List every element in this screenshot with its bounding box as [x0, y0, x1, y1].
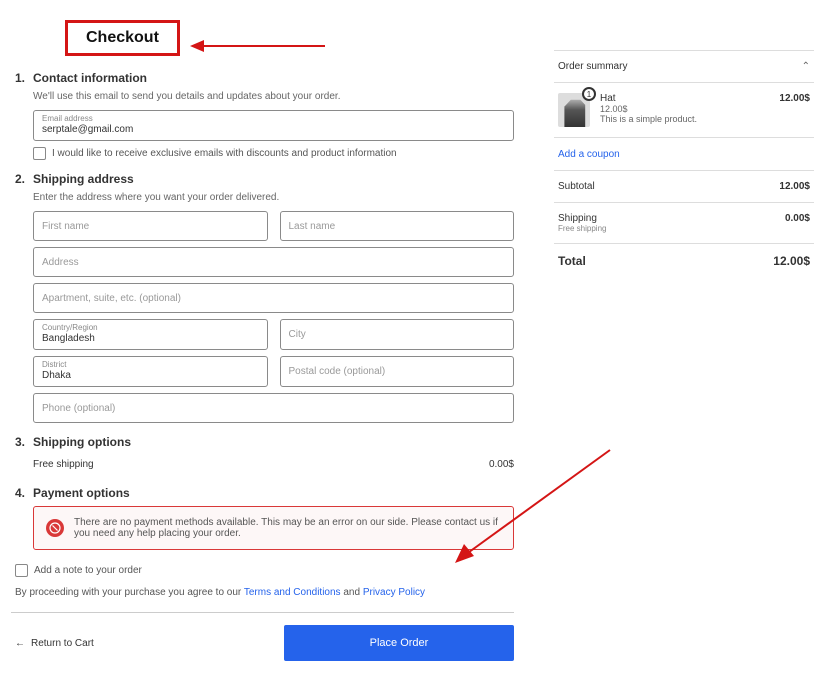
ship-options-title: Shipping options: [33, 435, 131, 449]
shipping-sub: Free shipping: [558, 224, 606, 233]
contact-section: 1. Contact information We'll use this em…: [15, 71, 514, 160]
payment-error: There are no payment methods available. …: [33, 506, 514, 550]
shipping-desc: Enter the address where you want your or…: [33, 192, 514, 203]
annotation-arrow-diagonal: [450, 440, 620, 570]
section-num-2: 2.: [15, 172, 25, 186]
postal-field[interactable]: Postal code (optional): [280, 356, 515, 387]
address-ph: Address: [42, 257, 79, 268]
order-summary: Order summary ⌃ 1 Hat 12.00$ This is a s…: [554, 50, 814, 661]
item-desc: This is a simple product.: [600, 114, 769, 124]
postal-ph: Postal code (optional): [289, 366, 386, 377]
last-name-field[interactable]: Last name: [280, 211, 515, 241]
section-num-3: 3.: [15, 435, 25, 449]
phone-ph: Phone (optional): [42, 403, 115, 414]
apt-ph: Apartment, suite, etc. (optional): [42, 293, 181, 304]
email-input[interactable]: [42, 124, 505, 135]
chevron-up-icon[interactable]: ⌃: [802, 61, 810, 72]
arrow-left-icon: ←: [15, 638, 25, 649]
return-to-cart-link[interactable]: ← Return to Cart: [15, 638, 94, 649]
return-label: Return to Cart: [31, 638, 94, 649]
total-value: 12.00$: [773, 254, 810, 268]
country-field[interactable]: Country/Region: [33, 319, 268, 350]
subtotal-label: Subtotal: [558, 181, 595, 192]
marketing-checkbox[interactable]: [33, 147, 46, 160]
item-price: 12.00$: [779, 93, 810, 104]
district-label: District: [42, 360, 259, 369]
shipping-label: Shipping: [558, 213, 597, 224]
terms-link[interactable]: Terms and Conditions: [244, 587, 341, 598]
email-field-wrap[interactable]: Email address: [33, 110, 514, 141]
total-label: Total: [558, 254, 586, 268]
marketing-label: I would like to receive exclusive emails…: [52, 148, 397, 159]
add-coupon-link[interactable]: Add a coupon: [558, 149, 620, 160]
shipping-value: 0.00$: [785, 213, 810, 233]
city-ph: City: [289, 329, 306, 340]
summary-item: 1 Hat 12.00$ This is a simple product. 1…: [554, 83, 814, 138]
section-num-1: 1.: [15, 71, 25, 85]
ship-opt-label: Free shipping: [33, 459, 94, 470]
checkout-title-highlight: Checkout: [65, 20, 180, 56]
country-input[interactable]: [42, 333, 259, 344]
terms-text: By proceeding with your purchase you agr…: [15, 587, 514, 598]
last-name-ph: Last name: [289, 221, 336, 232]
shipping-title: Shipping address: [33, 172, 134, 186]
district-input[interactable]: [42, 370, 259, 381]
shipping-section: 2. Shipping address Enter the address wh…: [15, 172, 514, 423]
payment-error-msg: There are no payment methods available. …: [74, 517, 501, 539]
phone-field[interactable]: Phone (optional): [33, 393, 514, 423]
privacy-link[interactable]: Privacy Policy: [363, 587, 425, 598]
country-label: Country/Region: [42, 323, 259, 332]
item-price-sub: 12.00$: [600, 104, 769, 114]
email-label: Email address: [42, 114, 505, 123]
note-checkbox[interactable]: [15, 564, 28, 577]
note-label: Add a note to your order: [34, 565, 142, 576]
item-qty-badge: 1: [582, 87, 596, 101]
subtotal-value: 12.00$: [779, 181, 810, 192]
item-name: Hat: [600, 93, 769, 104]
ship-options-section: 3. Shipping options Free shipping 0.00$: [15, 435, 514, 474]
city-field[interactable]: City: [280, 319, 515, 350]
contact-title: Contact information: [33, 71, 147, 85]
separator: [11, 612, 514, 613]
district-field[interactable]: District: [33, 356, 268, 387]
annotation-arrow-left: [190, 36, 330, 56]
error-icon: [46, 519, 64, 537]
summary-title: Order summary: [558, 61, 627, 72]
first-name-ph: First name: [42, 221, 89, 232]
address-field[interactable]: Address: [33, 247, 514, 277]
payment-title: Payment options: [33, 486, 130, 500]
apt-field[interactable]: Apartment, suite, etc. (optional): [33, 283, 514, 313]
place-order-button[interactable]: Place Order: [284, 625, 514, 661]
first-name-field[interactable]: First name: [33, 211, 268, 241]
section-num-4: 4.: [15, 486, 25, 500]
contact-desc: We'll use this email to send you details…: [33, 91, 514, 102]
payment-section: 4. Payment options There are no payment …: [15, 486, 514, 550]
page-title: Checkout: [86, 29, 159, 47]
